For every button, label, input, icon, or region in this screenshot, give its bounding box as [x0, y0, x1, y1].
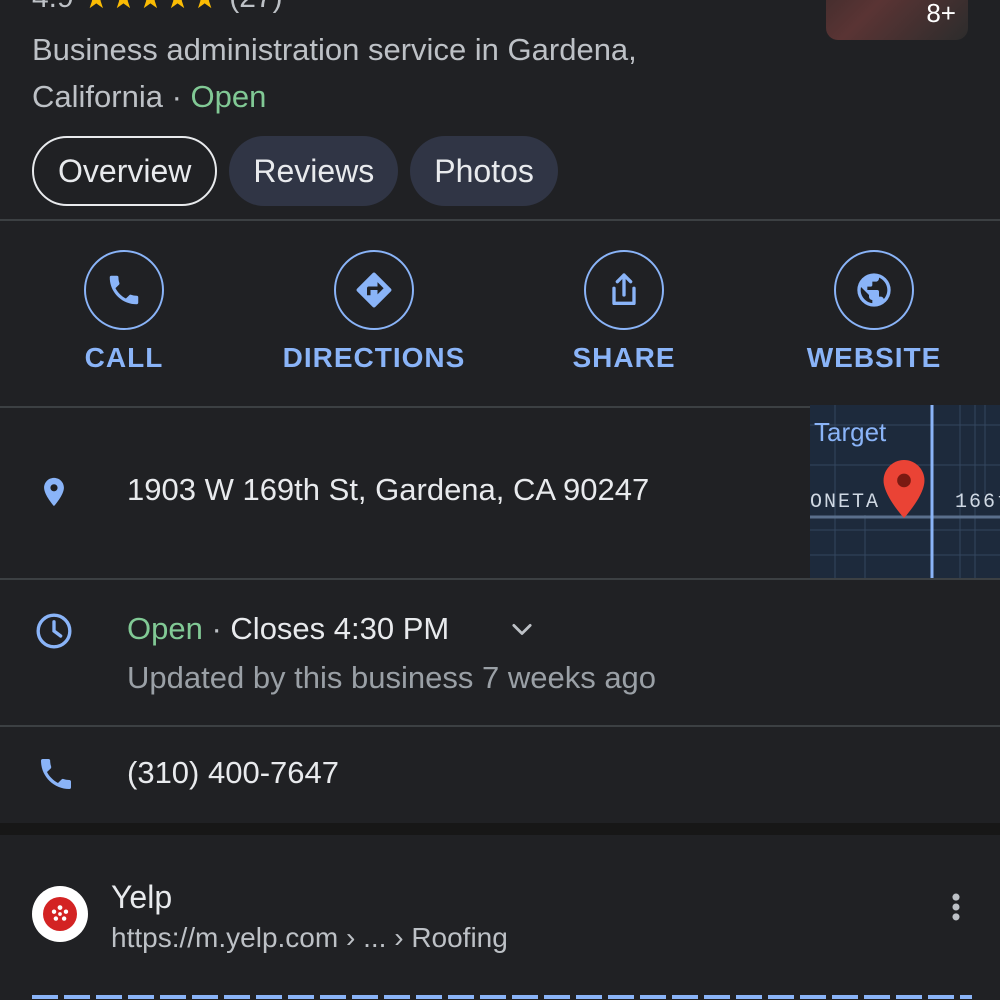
- open-status: Open: [190, 79, 267, 114]
- divider: [0, 219, 1000, 221]
- map-street-label-2: 166th: [955, 491, 1000, 514]
- hours-summary[interactable]: Open · Closes 4:30 PM: [127, 611, 449, 647]
- globe-icon: [857, 273, 891, 307]
- location-pin-icon: [32, 470, 76, 514]
- phone-icon: [34, 752, 78, 796]
- share-label: SHARE: [572, 342, 676, 373]
- result-url[interactable]: https://m.yelp.com › ... › Roofing: [111, 922, 508, 954]
- website-button[interactable]: WEBSITE: [774, 250, 974, 374]
- tab-bar: Overview Reviews Photos: [32, 136, 558, 206]
- photo-thumbnail[interactable]: 8+: [826, 0, 968, 40]
- map-street-label: ONETA: [810, 491, 881, 514]
- call-button[interactable]: CALL: [24, 250, 224, 374]
- section-separator: [0, 823, 1000, 835]
- result-title-cutoff[interactable]: [32, 990, 972, 1000]
- tab-overview[interactable]: Overview: [32, 136, 218, 206]
- review-count[interactable]: (27): [229, 0, 282, 15]
- phone-icon: [109, 275, 139, 305]
- chevron-down-icon[interactable]: [506, 616, 538, 649]
- map-pin-icon: [883, 460, 925, 518]
- directions-button[interactable]: DIRECTIONS: [274, 250, 474, 374]
- share-icon: [612, 273, 636, 305]
- cutoff-title-strip: [32, 995, 972, 999]
- yelp-burst-icon: [43, 897, 77, 931]
- result-site-name[interactable]: Yelp: [111, 879, 172, 916]
- address-text[interactable]: 1903 W 169th St, Gardena, CA 90247: [127, 472, 649, 508]
- directions-label: DIRECTIONS: [282, 342, 466, 373]
- divider: [0, 578, 1000, 580]
- call-circle[interactable]: [84, 250, 164, 330]
- category-line-1: Business administration service in Garde…: [32, 32, 637, 67]
- rating-stars: ★★★★★: [84, 0, 220, 15]
- rating-row: 4.9 ★★★★★ (27): [32, 0, 283, 18]
- breadcrumb-ellipsis: ...: [363, 922, 387, 953]
- tab-reviews[interactable]: Reviews: [229, 136, 399, 206]
- map-poi-label: Target: [814, 417, 887, 447]
- phone-number[interactable]: (310) 400-7647: [127, 755, 339, 791]
- website-circle[interactable]: [834, 250, 914, 330]
- breadcrumb-item: Roofing: [411, 922, 508, 953]
- rating-value: 4.9: [32, 0, 74, 15]
- directions-icon: [356, 272, 392, 308]
- divider: [0, 725, 1000, 727]
- hours-separator: ·: [211, 611, 222, 646]
- divider: [0, 406, 810, 408]
- hours-closes: Closes 4:30 PM: [230, 611, 450, 646]
- clock-icon: [32, 609, 76, 653]
- photo-count: 8+: [926, 0, 956, 28]
- breadcrumb-separator: ›: [394, 922, 404, 953]
- action-bar: CALL DIRECTIONS SHARE WEBSITE: [0, 250, 1000, 390]
- call-label: CALL: [84, 342, 164, 373]
- hours-open-status: Open: [127, 611, 203, 646]
- category-separator: ·: [171, 79, 182, 114]
- result-url-base: https://m.yelp.com: [111, 922, 339, 953]
- yelp-logo-icon[interactable]: [32, 886, 88, 942]
- share-circle[interactable]: [584, 250, 664, 330]
- map-thumbnail[interactable]: Target ONETA 166th: [810, 405, 1000, 578]
- category-line-2: California: [32, 79, 163, 114]
- share-button[interactable]: SHARE: [524, 250, 724, 374]
- breadcrumb-separator: ›: [345, 922, 356, 953]
- directions-circle[interactable]: [334, 250, 414, 330]
- more-options-icon[interactable]: [944, 890, 968, 929]
- website-label: WEBSITE: [806, 342, 942, 373]
- hours-updated: Updated by this business 7 weeks ago: [127, 660, 657, 695]
- business-category: Business administration service in Garde…: [32, 26, 792, 120]
- tab-photos[interactable]: Photos: [410, 136, 558, 206]
